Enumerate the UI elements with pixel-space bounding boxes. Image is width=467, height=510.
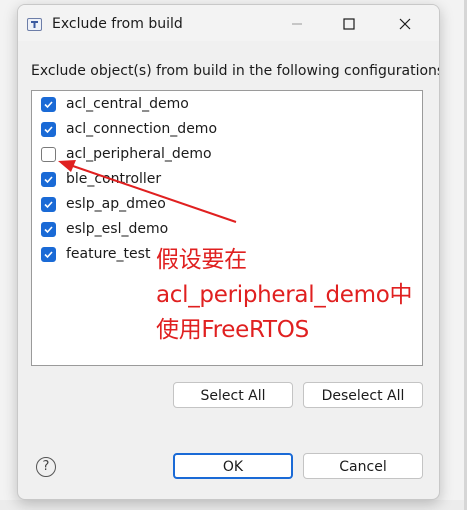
checkmark-icon	[44, 176, 53, 184]
checkmark-icon	[44, 201, 53, 209]
minimize-icon	[292, 23, 302, 25]
maximize-icon	[343, 18, 355, 30]
config-item-eslp-ap-dmeo[interactable]: eslp_ap_dmeo	[39, 194, 409, 216]
config-label: ble_controller	[66, 171, 162, 187]
background-strip	[0, 500, 467, 510]
dialog-title: Exclude from build	[52, 16, 183, 32]
select-all-button[interactable]: Select All	[173, 382, 293, 408]
minimize-button[interactable]	[282, 12, 312, 36]
config-label: acl_central_demo	[66, 96, 189, 112]
config-item-acl-central-demo[interactable]: acl_central_demo	[39, 94, 409, 116]
config-label: eslp_esl_demo	[66, 221, 169, 237]
ok-button[interactable]: OK	[173, 453, 293, 479]
config-item-ble-controller[interactable]: ble_controller	[39, 169, 409, 191]
deselect-all-button[interactable]: Deselect All	[303, 382, 423, 408]
configuration-list[interactable]: acl_central_demo acl_connection_demo acl…	[31, 90, 423, 366]
checkbox-checked[interactable]	[41, 172, 56, 187]
checkbox-unchecked[interactable]	[41, 147, 56, 162]
checkbox-checked[interactable]	[41, 97, 56, 112]
maximize-button[interactable]	[334, 12, 364, 36]
instruction-label: Exclude object(s) from build in the foll…	[31, 63, 440, 79]
config-item-feature-test[interactable]: feature_test	[39, 244, 409, 266]
config-item-acl-peripheral-demo[interactable]: acl_peripheral_demo	[39, 144, 409, 166]
config-label: feature_test	[66, 246, 151, 262]
checkmark-icon	[44, 226, 53, 234]
config-label: acl_peripheral_demo	[66, 146, 212, 162]
help-icon[interactable]: ?	[36, 457, 56, 477]
checkmark-icon	[44, 126, 53, 134]
config-label: eslp_ap_dmeo	[66, 196, 166, 212]
exclude-from-build-dialog: Exclude from build Exclude object(s) fro…	[17, 4, 440, 500]
checkmark-icon	[44, 101, 53, 109]
cancel-button[interactable]: Cancel	[303, 453, 423, 479]
title-bar[interactable]: Exclude from build	[18, 5, 439, 41]
checkbox-checked[interactable]	[41, 247, 56, 262]
checkmark-icon	[44, 251, 53, 259]
checkbox-checked[interactable]	[41, 197, 56, 212]
close-icon	[399, 18, 411, 30]
config-item-acl-connection-demo[interactable]: acl_connection_demo	[39, 119, 409, 141]
close-button[interactable]	[390, 12, 420, 36]
checkbox-checked[interactable]	[41, 222, 56, 237]
checkbox-checked[interactable]	[41, 122, 56, 137]
config-label: acl_connection_demo	[66, 121, 218, 137]
config-item-eslp-esl-demo[interactable]: eslp_esl_demo	[39, 219, 409, 241]
app-icon	[27, 18, 42, 31]
